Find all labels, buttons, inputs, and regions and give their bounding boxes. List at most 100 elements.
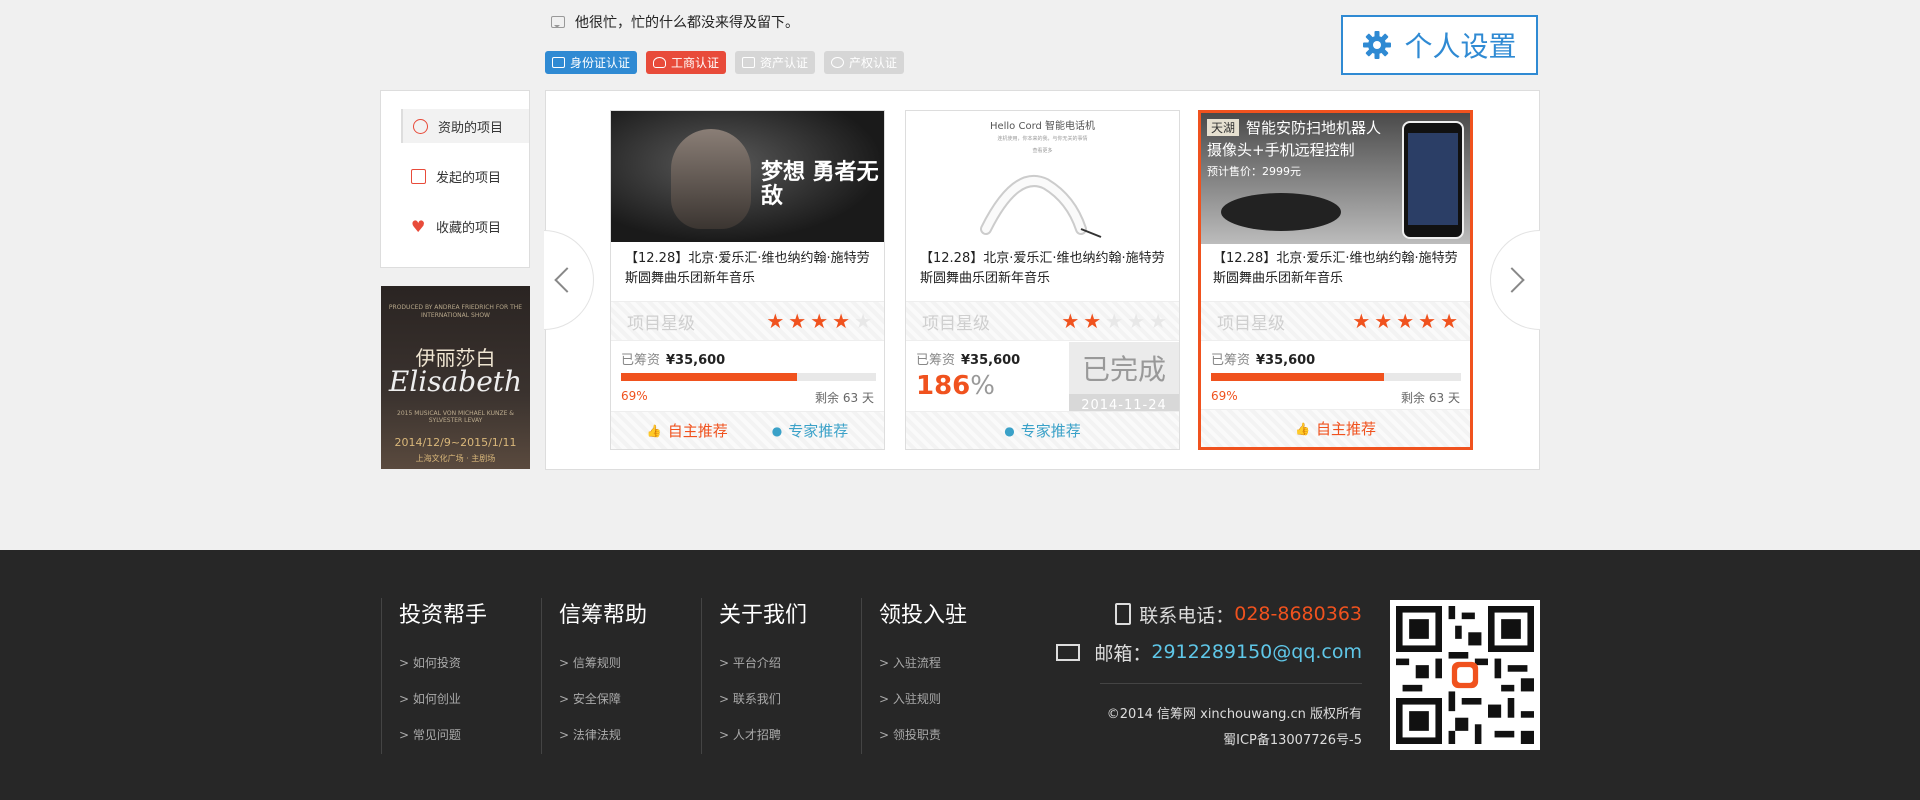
project-title[interactable]: 【12.28】北京·爱乐汇·维也纳约翰·施特劳斯圆舞曲乐团新年音乐 <box>920 249 1170 289</box>
sidebar-item-launched[interactable]: 发起的项目 <box>401 159 529 193</box>
raised-amount: 已筹资 ¥35,600 <box>916 349 1020 368</box>
comment-icon <box>551 16 565 28</box>
expert-recommend-button[interactable]: ● 专家推荐 <box>1004 420 1081 441</box>
star-filled-icon: ★ <box>1374 309 1393 333</box>
expert-recommend-label: 专家推荐 <box>788 422 849 440</box>
remaining-days: 剩余 63 天 <box>815 389 874 406</box>
raised-amount: 已筹资 ¥35,600 <box>1211 349 1315 368</box>
portrait-shape <box>671 129 751 229</box>
icp-license: 蜀ICP备13007726号-5 <box>1223 733 1362 748</box>
percent-value: 186 <box>916 371 971 401</box>
project-card-highlighted[interactable]: 天湖 智能安防扫地机器人 摄像头+手机远程控制 预计售价：2999元 【12.2… <box>1198 110 1473 450</box>
star-filled-icon: ★ <box>1418 309 1437 333</box>
footer-link[interactable]: > 入驻流程 <box>879 654 941 671</box>
remain-unit: 天 <box>1447 391 1460 405</box>
project-image[interactable]: 天湖 智能安防扫地机器人 摄像头+手机远程控制 预计售价：2999元 <box>1201 113 1470 244</box>
project-image[interactable]: 梦想 勇者无敌 <box>611 111 884 242</box>
image-subtitle: 摄像头+手机远程控制 <box>1207 141 1355 159</box>
footer-link[interactable]: > 安全保障 <box>559 690 621 707</box>
coin-icon <box>413 118 428 134</box>
project-card[interactable]: Hello Cord 智能电话机 连机使用，你本来的我，与你无关的事情 查看更多… <box>905 110 1180 450</box>
star-empty-icon: ★ <box>1149 309 1167 333</box>
project-image[interactable]: Hello Cord 智能电话机 连机使用，你本来的我，与你无关的事情 查看更多 <box>906 111 1179 242</box>
completed-badge: 已完成 2014-11-24 <box>1069 342 1179 418</box>
badge-property[interactable]: 产权认证 <box>824 51 905 74</box>
footer-link[interactable]: > 常见问题 <box>399 726 461 743</box>
project-title[interactable]: 【12.28】北京·爱乐汇·维也纳约翰·施特劳斯圆舞曲乐团新年音乐 <box>625 249 875 289</box>
footer-link[interactable]: > 如何创业 <box>399 690 461 707</box>
phone-number[interactable]: 028-8680363 <box>1234 603 1362 625</box>
phone-icon <box>1115 603 1132 625</box>
badge-label: 资产认证 <box>760 56 809 70</box>
star-filled-icon: ★ <box>1352 309 1371 333</box>
remain-unit: 天 <box>861 391 874 405</box>
badge-label: 身份证认证 <box>570 56 631 70</box>
user-icon: ● <box>771 423 783 438</box>
remain-label: 剩余 <box>815 391 840 405</box>
star-empty-icon: ★ <box>854 309 872 333</box>
project-sidebar: 资助的项目 发起的项目 ♥ 收藏的项目 <box>380 90 530 268</box>
image-caption-title: Hello Cord 智能电话机 <box>989 121 1096 132</box>
percent-suffix: % <box>1226 389 1238 403</box>
sidebar-item-label: 资助的项目 <box>438 120 504 136</box>
rating-row: 项目星级 ★ ★ ★ ★ ★ <box>611 301 884 341</box>
star-filled-icon: ★ <box>1083 309 1102 333</box>
completed-label: 已完成 <box>1081 353 1166 386</box>
self-recommend-button[interactable]: 👍 自主推荐 <box>1295 418 1376 439</box>
image-caption-more: 查看更多 <box>1032 148 1053 154</box>
progress-percent: 69% <box>621 389 648 403</box>
thumbs-up-icon: 👍 <box>1295 421 1310 436</box>
recommend-actions: 👍 自主推荐 ● 专家推荐 <box>611 411 884 449</box>
footer-link[interactable]: > 如何投资 <box>399 654 461 671</box>
site-footer: 投资帮手 > 如何投资 > 如何创业 > 常见问题 信筹帮助 > 信筹规则 > … <box>0 550 1920 800</box>
sidebar-item-funded[interactable]: 资助的项目 <box>401 109 529 143</box>
footer-link[interactable]: > 联系我们 <box>719 690 781 707</box>
raised-value: ¥35,600 <box>1256 353 1316 368</box>
poster-producer: PRODUCED BY ANDREA FRIEDRICH FOR THE INT… <box>388 304 523 319</box>
percent-value: 69 <box>1211 389 1227 403</box>
expert-recommend-label: 专家推荐 <box>1020 422 1081 440</box>
star-filled-icon: ★ <box>832 309 851 333</box>
personal-settings-button[interactable]: 个人设置 <box>1341 15 1538 75</box>
footer-link[interactable]: > 平台介绍 <box>719 654 781 671</box>
footer-link[interactable]: > 人才招聘 <box>719 726 781 743</box>
status-message: 他很忙，忙的什么都没来得及留下。 <box>551 12 799 32</box>
badge-business[interactable]: 工商认证 <box>646 51 727 74</box>
expert-recommend-button[interactable]: ● 专家推荐 <box>772 420 849 441</box>
remain-days: 63 <box>842 391 859 405</box>
funded-percent: 186% <box>916 371 995 401</box>
sidebar-item-favorites[interactable]: ♥ 收藏的项目 <box>401 209 529 243</box>
thumbs-up-icon: 👍 <box>646 423 662 438</box>
footer-link[interactable]: > 信筹规则 <box>559 654 621 671</box>
heart-icon: ♥ <box>411 216 426 236</box>
email-address[interactable]: 2912289150@qq.com <box>1151 641 1362 663</box>
badge-label: 产权认证 <box>849 56 898 70</box>
raised-amount: 已筹资 ¥35,600 <box>621 349 725 368</box>
copyright-text: ©2014 信筹网 xinchouwang.cn 版权所有 <box>1106 707 1362 722</box>
elisabeth-poster[interactable]: PRODUCED BY ANDREA FRIEDRICH FOR THE INT… <box>381 286 530 469</box>
recommend-actions: 👍 自主推荐 <box>1201 409 1470 447</box>
percent-value: 69 <box>621 389 637 403</box>
phone-product-image <box>980 175 1102 238</box>
poster-title-en: Elisabeth <box>388 364 523 398</box>
progress-bar <box>1211 373 1461 381</box>
self-recommend-button[interactable]: 👍 自主推荐 <box>647 420 728 441</box>
poster-venue: 上海文化广场 · 主剧场 <box>415 453 496 463</box>
contact-divider <box>1100 683 1362 684</box>
phone-image <box>1402 121 1464 239</box>
badge-assets[interactable]: 资产认证 <box>735 51 816 74</box>
project-title[interactable]: 【12.28】北京·爱乐汇·维也纳约翰·施特劳斯圆舞曲乐团新年音乐 <box>1213 249 1463 289</box>
asset-icon <box>742 57 756 68</box>
remaining-days: 剩余 63 天 <box>1401 389 1460 406</box>
footer-column-investor: 投资帮手 > 如何投资 > 如何创业 > 常见问题 <box>381 598 536 754</box>
percent-suffix: % <box>636 389 648 403</box>
footer-link[interactable]: > 领投职责 <box>879 726 941 743</box>
image-tag: 天湖 <box>1207 119 1240 136</box>
footer-column-about: 关于我们 > 平台介绍 > 联系我们 > 人才招聘 <box>701 598 856 754</box>
footer-link[interactable]: > 入驻规则 <box>879 690 941 707</box>
raised-label: 已筹资 <box>1211 353 1251 368</box>
edit-icon <box>411 168 426 184</box>
badge-id-card[interactable]: 身份证认证 <box>545 51 638 74</box>
project-card[interactable]: 梦想 勇者无敌 【12.28】北京·爱乐汇·维也纳约翰·施特劳斯圆舞曲乐团新年音… <box>610 110 885 450</box>
footer-link[interactable]: > 法律法规 <box>559 726 621 743</box>
